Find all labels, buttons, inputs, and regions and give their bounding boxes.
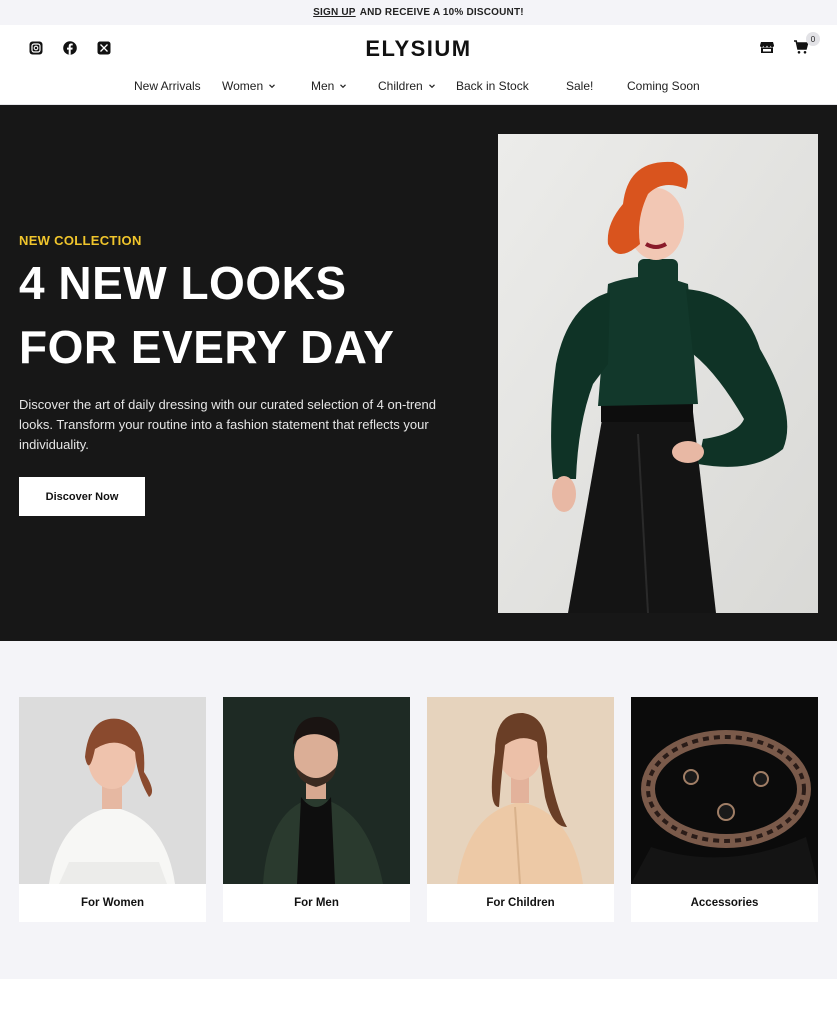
nav-item-children[interactable]: Children — [378, 79, 436, 93]
category-label: For Men — [294, 897, 339, 909]
discover-now-button[interactable]: Discover Now — [19, 477, 145, 516]
announcement-bar: SIGN UP AND RECEIVE A 10% DISCOUNT! — [0, 0, 837, 25]
hero-description: Discover the art of daily dressing with … — [19, 397, 436, 452]
hero-eyebrow: NEW COLLECTION — [19, 233, 142, 248]
store-icon[interactable] — [759, 39, 775, 55]
main-nav: New Arrivals Women Men Children Back in … — [0, 79, 837, 95]
nav-item-label: Back in Stock — [456, 79, 529, 93]
nav-item-sale[interactable]: Sale! — [566, 79, 593, 93]
category-card-women[interactable]: For Women — [19, 697, 206, 922]
nav-item-back-in-stock[interactable]: Back in Stock — [456, 79, 529, 93]
chevron-down-icon — [340, 84, 347, 89]
nav-item-label: Women — [222, 79, 264, 93]
hero-model-image[interactable] — [498, 134, 818, 613]
hero-title: 4 NEW LOOKS FOR EVERY DAY — [19, 251, 479, 379]
nav-item-women[interactable]: Women — [222, 79, 276, 93]
hero-section: NEW COLLECTION 4 NEW LOOKS FOR EVERY DAY… — [0, 105, 837, 641]
site-logo[interactable]: ELYSIUM — [0, 36, 837, 62]
category-card-children[interactable]: For Children — [427, 697, 614, 922]
nav-item-new-arrivals[interactable]: New Arrivals — [134, 79, 201, 93]
nav-item-label: Sale! — [566, 79, 594, 93]
signup-link[interactable]: SIGN UP — [313, 7, 356, 18]
category-card-men[interactable]: For Men — [223, 697, 410, 922]
nav-item-label: New Arrivals — [134, 79, 201, 93]
nav-item-label: Coming Soon — [627, 79, 700, 93]
cart[interactable]: 0 — [793, 32, 820, 55]
category-image-women — [19, 697, 206, 884]
chevron-down-icon — [269, 84, 276, 89]
hero-title-line: 4 NEW LOOKS — [19, 257, 347, 309]
cart-count-badge: 0 — [806, 32, 820, 46]
category-label: For Children — [486, 897, 555, 909]
nav-item-label: Children — [378, 79, 423, 93]
announcement-text: AND RECEIVE A 10% DISCOUNT! — [359, 7, 524, 18]
category-image-accessories — [631, 697, 818, 884]
category-card-accessories[interactable]: Accessories — [631, 697, 818, 922]
nav-item-men[interactable]: Men — [311, 79, 347, 93]
nav-item-coming-soon[interactable]: Coming Soon — [627, 79, 700, 93]
category-section: For Women For Men For Children Accessori… — [0, 641, 837, 979]
category-image-men — [223, 697, 410, 884]
hero-title-line: FOR EVERY DAY — [19, 321, 395, 373]
header-actions: 0 — [759, 32, 820, 55]
category-label: For Women — [80, 897, 145, 909]
chevron-down-icon — [428, 84, 435, 89]
site-header: ELYSIUM 0 New Arrivals Women Men Childre… — [0, 25, 837, 105]
category-label: Accessories — [690, 897, 759, 909]
category-image-children — [427, 697, 614, 884]
nav-item-label: Men — [311, 79, 335, 93]
